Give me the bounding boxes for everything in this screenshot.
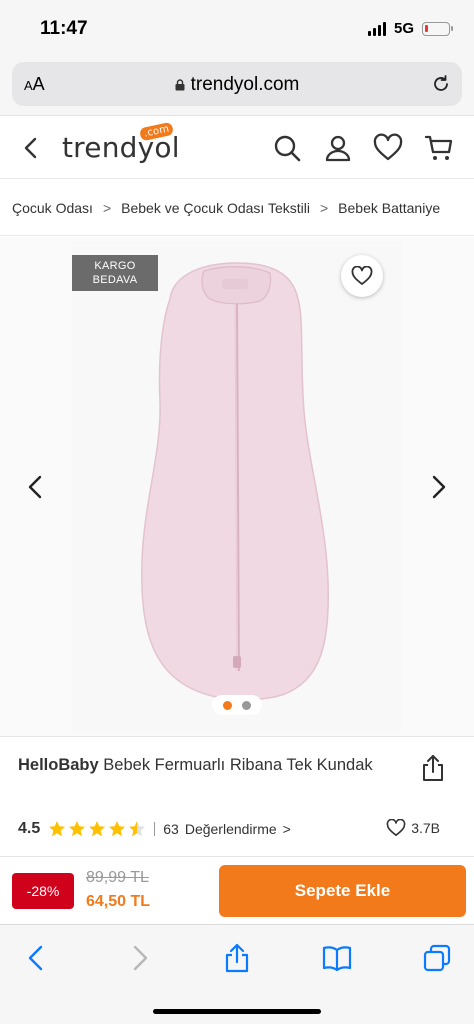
heart-icon (351, 266, 373, 285)
current-price: 64,50 TL (86, 893, 151, 910)
rating-value: 4.5 (18, 820, 41, 837)
favorite-count-value: 3.7B (411, 820, 440, 836)
chevron-right-icon[interactable]: > (283, 821, 291, 837)
image-pagination (212, 695, 262, 715)
breadcrumb-item[interactable]: Çocuk Odası (12, 200, 93, 216)
app-header: trendyol .com (0, 117, 474, 179)
back-arrow-icon[interactable] (22, 943, 52, 973)
reviews-link[interactable]: Değerlendirme (185, 821, 277, 837)
badge-line1: KARGO (94, 260, 136, 272)
browser-toolbar (0, 924, 474, 1024)
browser-url-area: AAAA trendyol.com (0, 58, 474, 116)
status-indicators: 5G (367, 20, 453, 37)
breadcrumb-item[interactable]: Bebek Battaniye (338, 200, 440, 216)
lock-icon (175, 79, 185, 91)
back-icon[interactable] (18, 135, 44, 161)
heart-icon[interactable] (373, 133, 403, 163)
favorite-count: 3.7B (386, 819, 440, 837)
url-text: trendyol.com (190, 74, 300, 95)
status-time: 11:47 (40, 18, 88, 39)
breadcrumb-separator: > (102, 199, 112, 216)
home-indicator (153, 1009, 321, 1014)
user-icon[interactable] (323, 133, 353, 163)
star-icon (129, 821, 146, 837)
add-to-favorites-button[interactable] (341, 255, 383, 297)
heart-icon (386, 819, 406, 837)
star-icon (109, 821, 126, 837)
pagination-dot[interactable] (242, 700, 251, 710)
previous-image-button[interactable] (24, 473, 48, 501)
rating-row: 4.5 63 Değerlendirme > 3.7B (18, 816, 458, 842)
search-icon[interactable] (272, 133, 302, 163)
network-label: 5G (393, 20, 414, 37)
reload-icon[interactable] (430, 73, 452, 95)
battery-level (425, 24, 429, 32)
free-shipping-badge: KARGO BEDAVA (72, 255, 158, 291)
trendyol-logo[interactable]: trendyol .com (62, 121, 180, 164)
forward-arrow-icon[interactable] (124, 943, 154, 973)
price-bar: -28% 89,99 TL 64,50 TL Sepete Ekle (0, 856, 474, 924)
address-bar[interactable]: AAAA trendyol.com (12, 62, 462, 106)
star-icon (89, 821, 106, 837)
product-title: HelloBaby Bebek Fermuarlı Ribana Tek Kun… (18, 754, 398, 777)
share-icon[interactable] (420, 754, 446, 782)
pagination-dot[interactable] (223, 700, 232, 710)
battery-icon (422, 21, 453, 36)
share-icon[interactable] (222, 943, 252, 973)
star-icon (49, 821, 66, 837)
badge-line2: BEDAVA (92, 274, 138, 286)
breadcrumb-item[interactable]: Bebek ve Çocuk Odası Tekstili (121, 200, 310, 216)
swaddle-illustration (141, 262, 330, 701)
next-image-button[interactable] (426, 473, 450, 501)
product-image[interactable] (72, 241, 402, 731)
signal-icon (367, 21, 386, 36)
rating-stars (48, 820, 146, 838)
status-bar: 11:47 5G (0, 0, 474, 58)
brand-name[interactable]: HelloBaby (18, 756, 99, 774)
url-display[interactable]: trendyol.com (12, 74, 462, 96)
product-name: Bebek Fermuarlı Ribana Tek Kundak (103, 756, 373, 774)
rating-divider (154, 822, 156, 836)
product-gallery[interactable]: KARGO BEDAVA (0, 237, 474, 737)
add-to-cart-button[interactable]: Sepete Ekle (219, 865, 466, 917)
tabs-icon[interactable] (422, 943, 452, 973)
bookmarks-icon[interactable] (322, 943, 352, 973)
breadcrumb-separator: > (319, 199, 329, 216)
old-price: 89,99 TL (86, 869, 149, 886)
star-icon (69, 821, 86, 837)
discount-badge: -28% (12, 873, 74, 909)
cart-icon[interactable] (424, 133, 454, 163)
breadcrumb: Çocuk Odası > Bebek ve Çocuk Odası Tekst… (0, 180, 474, 236)
review-count[interactable]: 63 (163, 821, 179, 837)
